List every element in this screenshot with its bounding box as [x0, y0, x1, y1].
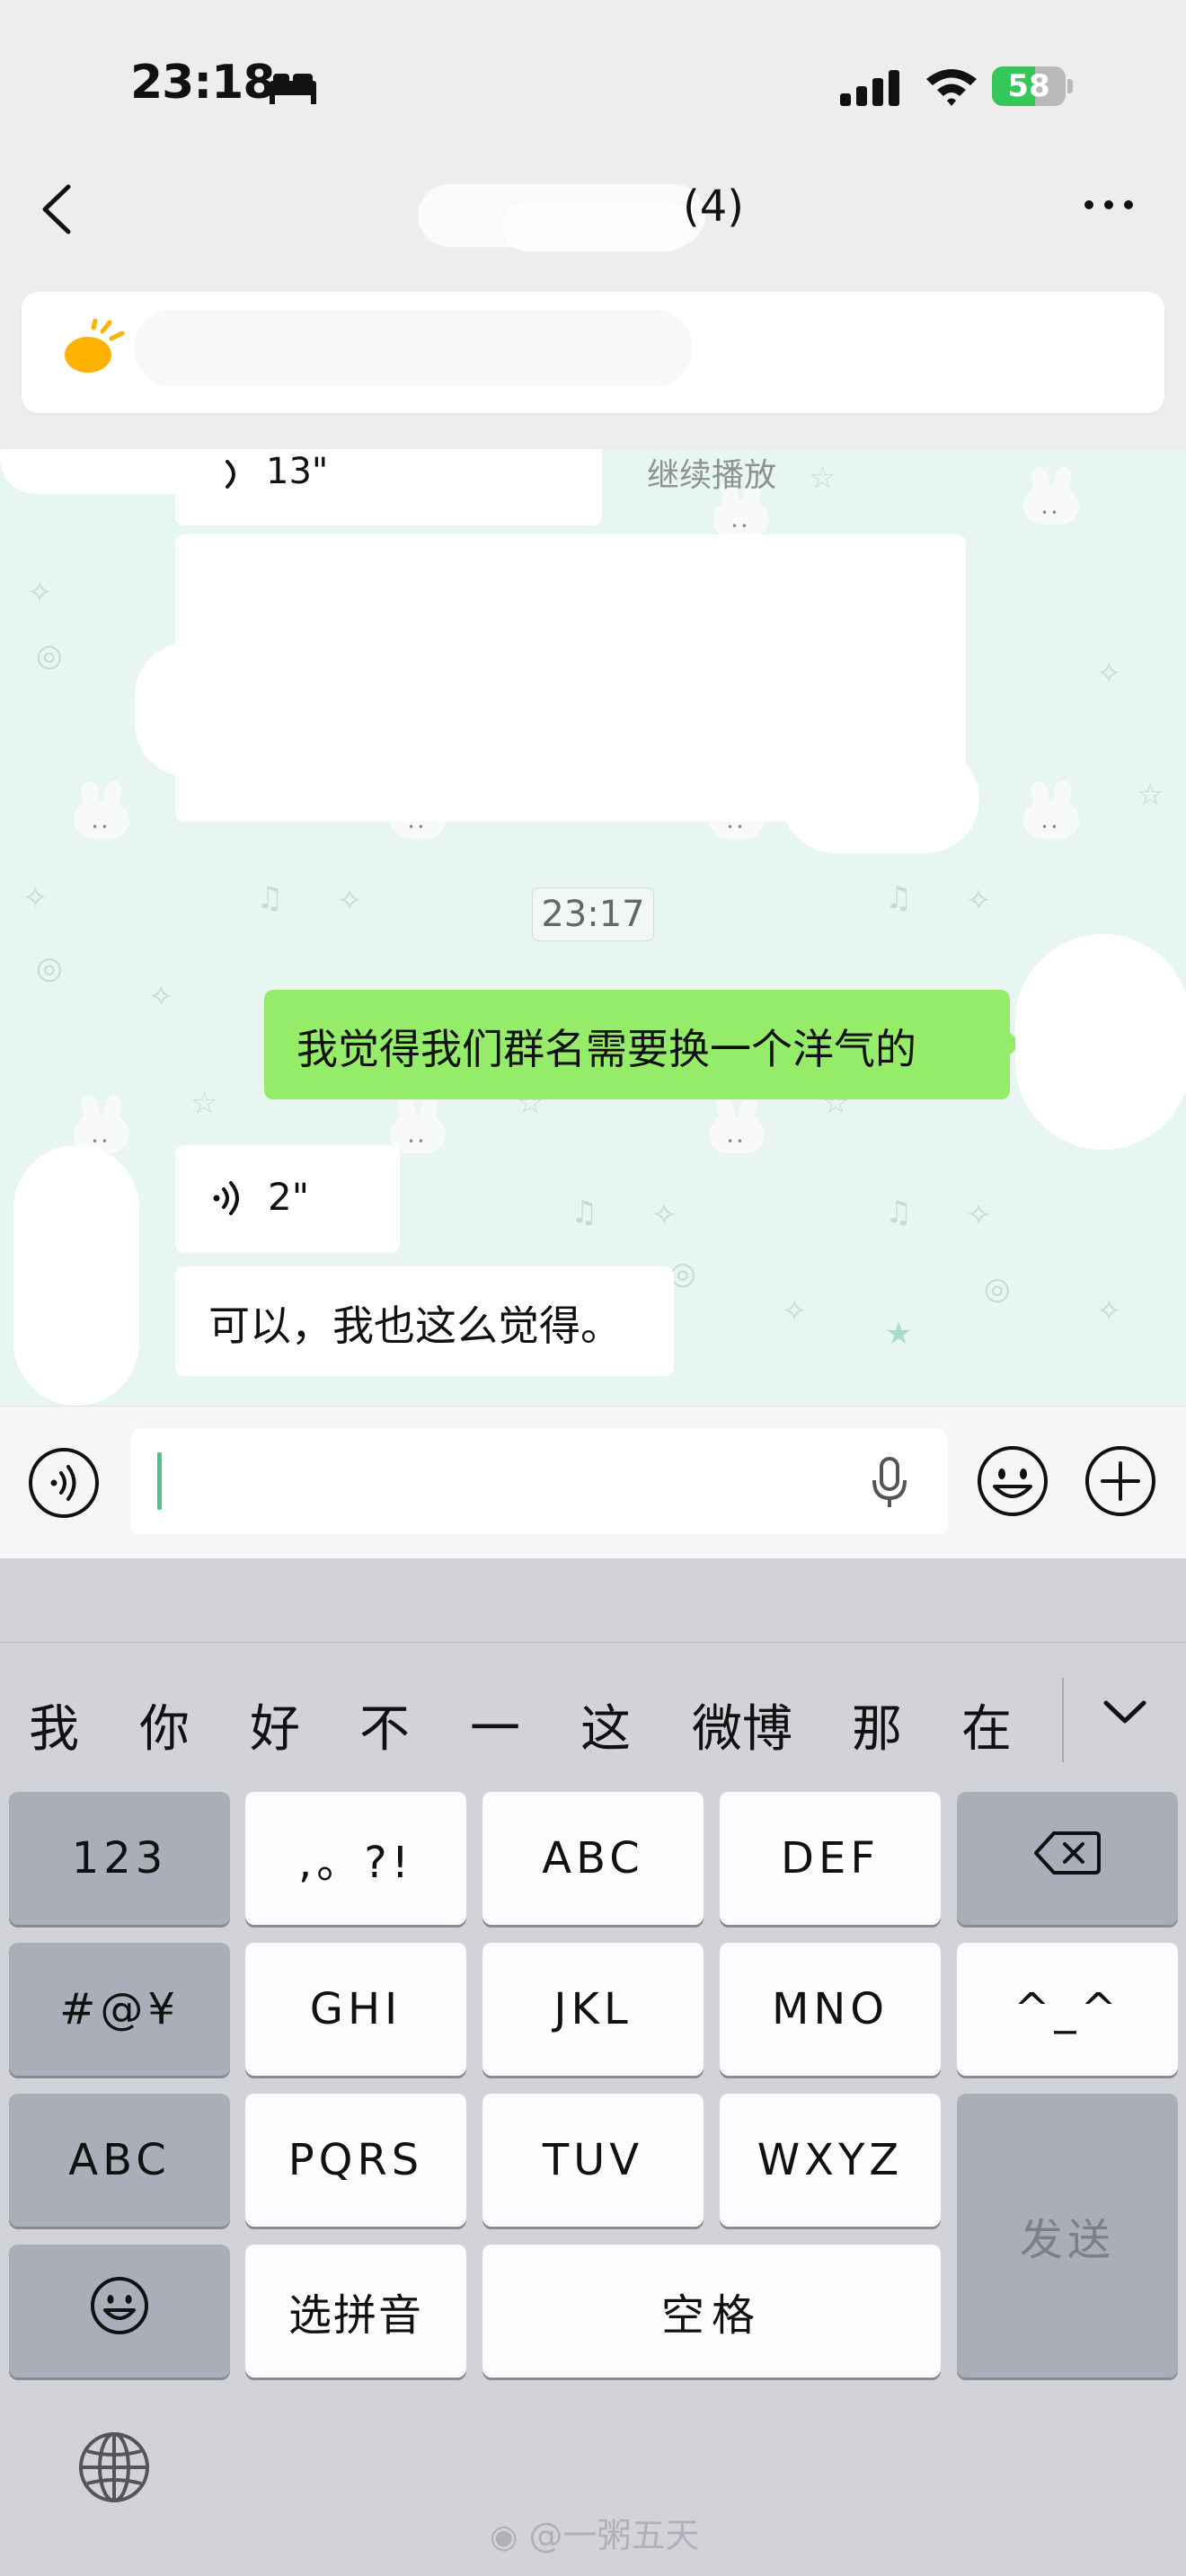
smiley-icon [9, 2274, 230, 2348]
candidate-word[interactable]: 微博 [692, 1689, 792, 1761]
candidate-separator [1062, 1678, 1064, 1762]
message-timestamp: 23:17 [532, 887, 654, 941]
redacted-notice-text [135, 310, 692, 386]
globe-icon[interactable] [76, 2430, 152, 2509]
candidate-word[interactable]: 不 [359, 1689, 410, 1761]
candidate-word[interactable]: 好 [250, 1689, 300, 1761]
sleep-focus-icon [268, 70, 318, 110]
music-note-decoration-icon: ♫ [885, 1195, 913, 1231]
sparkle-decoration-icon: ✧ [22, 880, 49, 916]
keyboard-divider [0, 1642, 1186, 1643]
star-decoration-icon: ☆ [1137, 777, 1164, 813]
key-mno[interactable]: MNO [720, 1943, 941, 2076]
emoji-button[interactable] [975, 1443, 1050, 1522]
key-tuv[interactable]: TUV [482, 2094, 704, 2227]
voice-wave-icon [220, 456, 247, 496]
bunny-decoration-icon: • • [386, 1094, 449, 1153]
swirl-decoration-icon: ◎ [36, 638, 63, 674]
star-decoration-icon: ☆ [190, 1085, 218, 1121]
key-pqrs[interactable]: PQRS [245, 2094, 466, 2227]
redacted-title [503, 202, 692, 251]
key-punctuation[interactable]: ,。?! [245, 1792, 466, 1925]
sparkle-decoration-icon: ✧ [27, 575, 53, 611]
weibo-logo-icon: ◉ [490, 2519, 518, 2555]
sparkle-decoration-icon: ✧ [966, 883, 992, 919]
redacted-avatar [1015, 934, 1186, 1150]
message-text-field[interactable] [130, 1428, 948, 1534]
swirl-decoration-icon: ◎ [36, 950, 63, 986]
music-note-decoration-icon: ♫ [571, 1195, 598, 1231]
bunny-decoration-icon: • • [1020, 780, 1083, 839]
candidate-word[interactable]: 这 [580, 1689, 631, 1761]
wifi-icon [924, 65, 979, 111]
bunny-decoration-icon: • • [70, 1094, 133, 1153]
received-message-text: 可以，我也这么觉得。 [208, 1301, 622, 1350]
star-decoration-icon: ☆ [809, 460, 836, 496]
candidate-word[interactable]: 一 [470, 1689, 520, 1761]
weibo-watermark: ◉ @一粥五天 [490, 2516, 700, 2555]
emoji-key[interactable] [9, 2245, 230, 2378]
voice-wave-icon [211, 1178, 243, 1222]
sparkle-decoration-icon: ✧ [148, 979, 174, 1015]
sparkle-decoration-icon: ✧ [1096, 656, 1122, 692]
sun-emoji-icon [63, 318, 128, 382]
send-key[interactable]: 发送 [957, 2094, 1178, 2378]
key-abc[interactable]: ABC [482, 1792, 704, 1925]
candidate-word[interactable]: 我 [29, 1689, 79, 1761]
chevron-down-icon[interactable] [1101, 1696, 1149, 1730]
bunny-decoration-icon: • • [1020, 465, 1083, 525]
star-decoration-icon: ★ [885, 1316, 913, 1352]
sparkle-decoration-icon: ✧ [966, 1197, 992, 1233]
key-abc-mode[interactable]: ABC [9, 2094, 230, 2227]
sparkle-decoration-icon: ✧ [337, 883, 363, 919]
voice-duration: 13" [266, 451, 329, 492]
space-key[interactable]: 空格 [482, 2245, 941, 2378]
chat-message-area[interactable]: ☆ ✧ ◎ ✧ ☆ ♫ ✧ ✧ ♫ ✧ ◎ ✧ ☆ ☆ ☆ ♫ ✧ ♫ ✧ ◎ … [0, 449, 1186, 1406]
bunny-decoration-icon: • • [70, 780, 133, 839]
cellular-signal-icon [840, 68, 903, 110]
sent-message-text: 我觉得我们群名需要换一个洋气的 [296, 1025, 916, 1073]
continue-playing-label[interactable]: 继续播放 [647, 449, 776, 496]
more-functions-plus-button[interactable] [1083, 1443, 1158, 1522]
delete-key[interactable] [957, 1792, 1178, 1925]
battery-indicator: 58 [992, 66, 1075, 106]
sparkle-decoration-icon: ✧ [782, 1293, 808, 1329]
sparkle-decoration-icon: ✧ [1096, 1293, 1122, 1329]
music-note-decoration-icon: ♫ [885, 880, 913, 916]
candidate-word[interactable]: 在 [961, 1689, 1012, 1761]
backspace-icon [957, 1830, 1178, 1887]
key-select-pinyin[interactable]: 选拼音 [245, 2245, 466, 2378]
key-def[interactable]: DEF [720, 1792, 941, 1925]
status-time: 23:18 [130, 56, 276, 110]
redacted-message [782, 745, 979, 853]
key-wxyz[interactable]: WXYZ [720, 2094, 941, 2227]
key-ghi[interactable]: GHI [245, 1943, 466, 2076]
sparkle-decoration-icon: ✧ [651, 1197, 677, 1233]
key-jkl[interactable]: JKL [482, 1943, 704, 2076]
redacted-avatar [13, 1145, 139, 1406]
chat-title: (4) [683, 181, 744, 232]
candidate-word[interactable]: 那 [852, 1689, 902, 1761]
music-note-decoration-icon: ♫ [256, 880, 284, 916]
microphone-icon[interactable] [867, 1455, 912, 1514]
key-123[interactable]: 123 [9, 1792, 230, 1925]
more-options-icon[interactable] [1082, 196, 1136, 217]
key-symbols[interactable]: #@¥ [9, 1943, 230, 2076]
bunny-decoration-icon: • • [705, 1094, 768, 1153]
voice-duration: 2" [268, 1175, 310, 1219]
voice-input-toggle-button[interactable] [27, 1446, 101, 1520]
key-emoticon[interactable]: ^_^ [957, 1943, 1178, 2076]
candidate-word[interactable]: 你 [139, 1689, 190, 1761]
back-arrow-icon[interactable] [36, 180, 81, 243]
text-cursor [157, 1452, 162, 1510]
swirl-decoration-icon: ◎ [984, 1271, 1011, 1307]
redacted-message [135, 642, 314, 777]
